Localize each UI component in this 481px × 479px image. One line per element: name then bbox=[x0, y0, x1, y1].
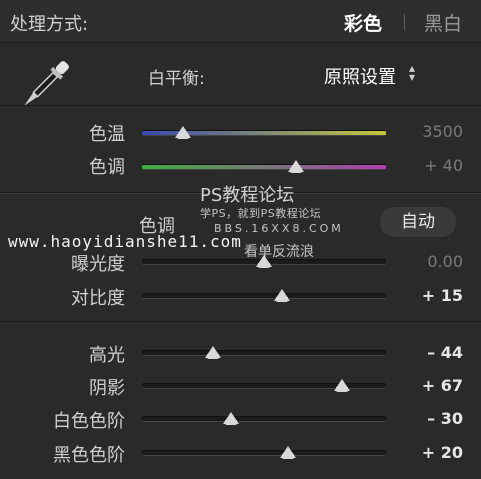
contrast-value[interactable]: + 15 bbox=[403, 286, 463, 305]
whites-slider-track[interactable] bbox=[142, 416, 386, 422]
watermark-subtitle: 学PS，就到PS教程论坛 bbox=[200, 207, 322, 220]
tone-section-label: 色调 bbox=[139, 216, 175, 237]
exposure-slider-thumb[interactable] bbox=[256, 255, 272, 268]
tint-slider-thumb[interactable] bbox=[287, 160, 304, 173]
eyedropper-icon[interactable] bbox=[14, 56, 74, 116]
watermark-code: BBS.16XX8.COM bbox=[214, 222, 344, 235]
auto-tone-button[interactable]: 自动 bbox=[380, 207, 456, 237]
blacks-slider-thumb[interactable] bbox=[280, 446, 297, 459]
tint-slider-track[interactable] bbox=[142, 164, 386, 170]
shadows-label: 阴影 bbox=[89, 378, 125, 399]
blacks-label: 黑色色阶 bbox=[53, 445, 125, 466]
mode-color-button[interactable]: 彩色 bbox=[344, 9, 382, 36]
updown-arrows-icon[interactable]: ▴ ▾ bbox=[409, 62, 415, 83]
contrast-slider-track[interactable] bbox=[142, 293, 386, 299]
watermark-title: PS教程论坛 bbox=[200, 185, 295, 206]
white-balance-preset-select[interactable]: 原照设置 bbox=[324, 63, 396, 89]
contrast-label: 对比度 bbox=[71, 288, 125, 309]
tint-label: 色调 bbox=[89, 157, 125, 178]
whites-slider-thumb[interactable] bbox=[223, 412, 240, 425]
whites-label: 白色色阶 bbox=[53, 411, 125, 432]
contrast-slider-thumb[interactable] bbox=[274, 289, 291, 302]
treatment-label: 处理方式: bbox=[10, 14, 89, 35]
divider bbox=[0, 321, 481, 322]
tint-value[interactable]: + 40 bbox=[403, 156, 463, 175]
divider bbox=[0, 193, 481, 194]
exposure-label: 曝光度 bbox=[71, 254, 125, 275]
exposure-value[interactable]: 0.00 bbox=[403, 252, 463, 271]
whites-value[interactable]: – 30 bbox=[403, 409, 463, 428]
shadows-slider-thumb[interactable] bbox=[334, 379, 351, 392]
highlights-slider-track[interactable] bbox=[142, 350, 386, 356]
basic-panel: 处理方式: 彩色 黑白 白平衡: 原照设置 ▴ ▾ 色温 3500 色调 + 40… bbox=[0, 0, 481, 479]
temp-slider-thumb[interactable] bbox=[175, 126, 192, 139]
divider bbox=[0, 105, 481, 106]
blacks-value[interactable]: + 20 bbox=[403, 443, 463, 462]
highlights-value[interactable]: – 44 bbox=[403, 343, 463, 362]
mode-separator bbox=[404, 14, 405, 30]
shadows-value[interactable]: + 67 bbox=[403, 376, 463, 395]
white-balance-label: 白平衡: bbox=[148, 69, 205, 89]
watermark-url: www.haoyidianshe11.com bbox=[8, 232, 242, 251]
blacks-slider-track[interactable] bbox=[142, 450, 386, 456]
watermark-tail: 看单反流浪 bbox=[244, 244, 314, 260]
temp-value[interactable]: 3500 bbox=[403, 122, 463, 141]
mode-bw-button[interactable]: 黑白 bbox=[424, 9, 462, 36]
temp-label: 色温 bbox=[89, 124, 125, 145]
treatment-header: 处理方式: 彩色 黑白 bbox=[0, 0, 481, 43]
highlights-label: 高光 bbox=[89, 345, 125, 366]
highlights-slider-thumb[interactable] bbox=[204, 346, 221, 359]
